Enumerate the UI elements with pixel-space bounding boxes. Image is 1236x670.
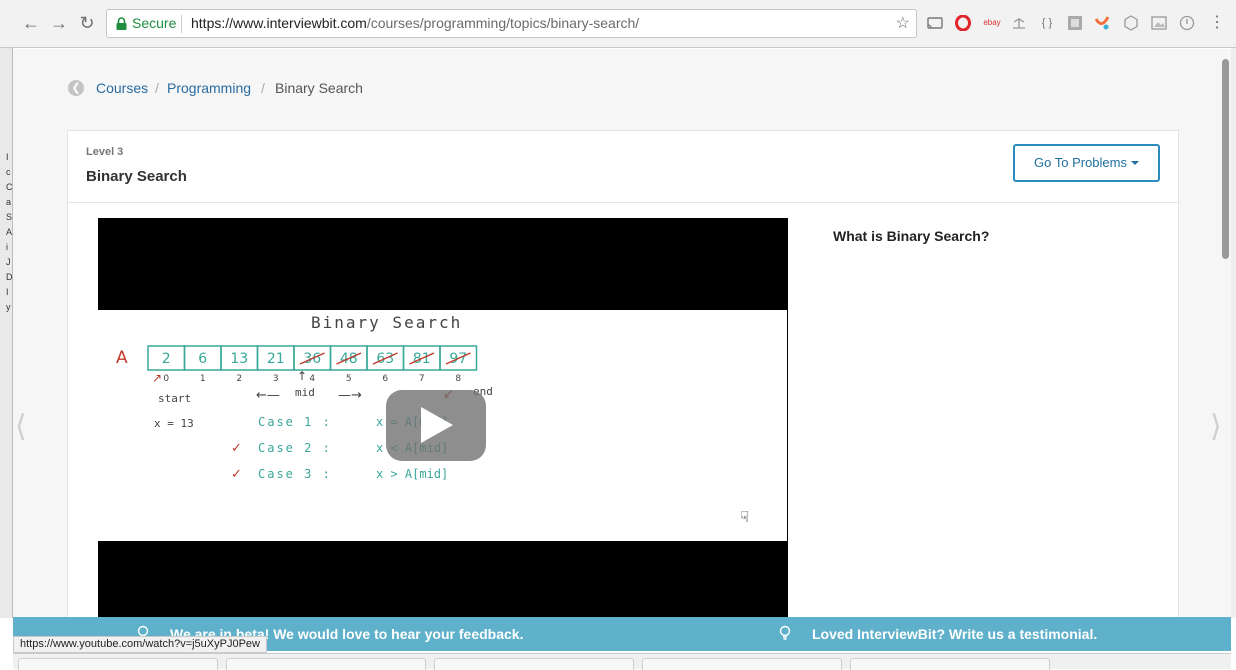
back-arrow-icon[interactable]: ← (20, 12, 42, 34)
caret-down-icon (1130, 161, 1139, 165)
download-item[interactable] (850, 658, 1050, 670)
url-text[interactable]: https://www.interviewbit.com/courses/pro… (191, 10, 639, 37)
forward-arrow-icon[interactable]: → (48, 12, 70, 34)
download-item[interactable] (434, 658, 634, 670)
case-label: Case 1 : (258, 415, 332, 429)
url-host: https://www.interviewbit.com (191, 15, 367, 31)
ext-cube-icon[interactable] (1123, 15, 1139, 31)
opera-icon[interactable] (955, 15, 971, 31)
hand-cursor-icon: ☟ (740, 509, 750, 526)
cast-icon[interactable] (927, 15, 943, 31)
background-window-sliver: IcC aSA iJD Iy (0, 48, 13, 618)
address-bar[interactable]: Secure https://www.interviewbit.com/cour… (106, 9, 917, 38)
testimonial-link[interactable]: Loved InterviewBit? Write us a testimoni… (812, 626, 1097, 642)
breadcrumb-link-courses[interactable]: Courses (96, 79, 148, 97)
url-divider (181, 15, 182, 33)
array-index: 0 (163, 374, 169, 384)
check-mark-icon: ✓ (231, 441, 242, 456)
topic-card: Level 3 Binary Search Go To Problems Bin… (67, 130, 1179, 617)
x-value-label: x = 13 (154, 417, 194, 430)
download-item[interactable] (226, 658, 426, 670)
array-cell-value: 2 (162, 351, 171, 367)
breadcrumb-link-programming[interactable]: Programming (167, 79, 251, 97)
reload-icon[interactable]: ↻ (76, 12, 98, 34)
video-player[interactable]: Binary Search A 2613213648638197 0123456… (98, 218, 788, 617)
ext-bird-icon[interactable] (1094, 15, 1110, 31)
array-index: 2 (236, 374, 242, 384)
array-index: 6 (382, 374, 388, 384)
menu-icon[interactable]: ⋮ (1206, 12, 1228, 34)
play-button[interactable] (386, 390, 486, 461)
bookmark-star-icon[interactable]: ☆ (896, 10, 910, 37)
array-index: 7 (419, 374, 425, 384)
case-expression: x > A[mid] (376, 467, 448, 481)
start-label: start (158, 392, 191, 405)
go-to-problems-label: Go To Problems (1034, 155, 1127, 170)
array-index: 8 (455, 374, 461, 384)
breadcrumb-separator: / (261, 80, 265, 96)
mid-up-arrow-icon: ↑ (297, 369, 307, 383)
lock-icon (116, 17, 127, 30)
go-to-problems-button[interactable]: Go To Problems (1013, 144, 1160, 182)
mid-right-arrow-icon: —→ (338, 388, 362, 403)
scale-icon[interactable] (1011, 15, 1027, 31)
url-path: /courses/programming/topics/binary-searc… (366, 15, 640, 31)
ext-circle-icon[interactable] (1179, 15, 1195, 31)
array-cells: 2613213648638197 (147, 345, 478, 371)
array-index: 5 (346, 374, 352, 384)
play-icon (421, 407, 453, 443)
back-circle-icon[interactable]: ❮ (68, 80, 84, 96)
array-index: 1 (200, 374, 206, 384)
ext-photo-icon[interactable] (1151, 15, 1167, 31)
start-arrow-icon: ↗ (152, 371, 162, 385)
breadcrumb-separator: / (155, 80, 159, 96)
case-label: Case 2 : (258, 441, 332, 455)
array-index: 3 (273, 374, 279, 384)
array-cell-value: 13 (230, 351, 248, 367)
page-content: ❮ Courses / Programming / Binary Search … (13, 49, 1231, 617)
topic-header: Level 3 Binary Search Go To Problems (68, 131, 1178, 203)
lightbulb-icon (779, 625, 791, 640)
section-heading: What is Binary Search? (833, 228, 990, 244)
secure-label: Secure (132, 15, 177, 31)
array-name-label: A (116, 348, 128, 368)
mid-label: mid (295, 386, 315, 399)
next-arrow-icon[interactable]: ⟩ (1210, 409, 1222, 444)
check-mark-icon: ✓ (231, 467, 242, 482)
array-cell-value: 6 (198, 351, 207, 367)
download-item[interactable] (18, 658, 218, 670)
page-scrollbar[interactable] (1222, 59, 1229, 259)
array-cell-value: 21 (267, 351, 285, 367)
download-item[interactable] (642, 658, 842, 670)
window-edge (1231, 48, 1236, 618)
topic-title: Binary Search (86, 168, 187, 185)
mid-left-arrow-icon: ←— (256, 388, 280, 403)
status-bar-url: https://www.youtube.com/watch?v=j5uXyPJ0… (13, 636, 267, 653)
prev-arrow-icon[interactable]: ⟨ (15, 409, 27, 444)
breadcrumb-current: Binary Search (275, 80, 363, 96)
download-shelf (13, 653, 1231, 670)
level-label: Level 3 (86, 146, 124, 158)
ebay-icon[interactable]: ebay (982, 15, 1002, 31)
json-icon[interactable]: { } (1039, 15, 1055, 31)
array-indices: 0 1 2 3 4 5 6 7 8 (163, 374, 461, 384)
whiteboard-title: Binary Search (311, 313, 462, 332)
case-label: Case 3 : (258, 467, 332, 481)
array-index: 4 (309, 374, 315, 384)
browser-toolbar: ← → ↻ Secure https://www.interviewbit.co… (0, 0, 1236, 48)
ext-grey-icon[interactable] (1067, 15, 1083, 31)
